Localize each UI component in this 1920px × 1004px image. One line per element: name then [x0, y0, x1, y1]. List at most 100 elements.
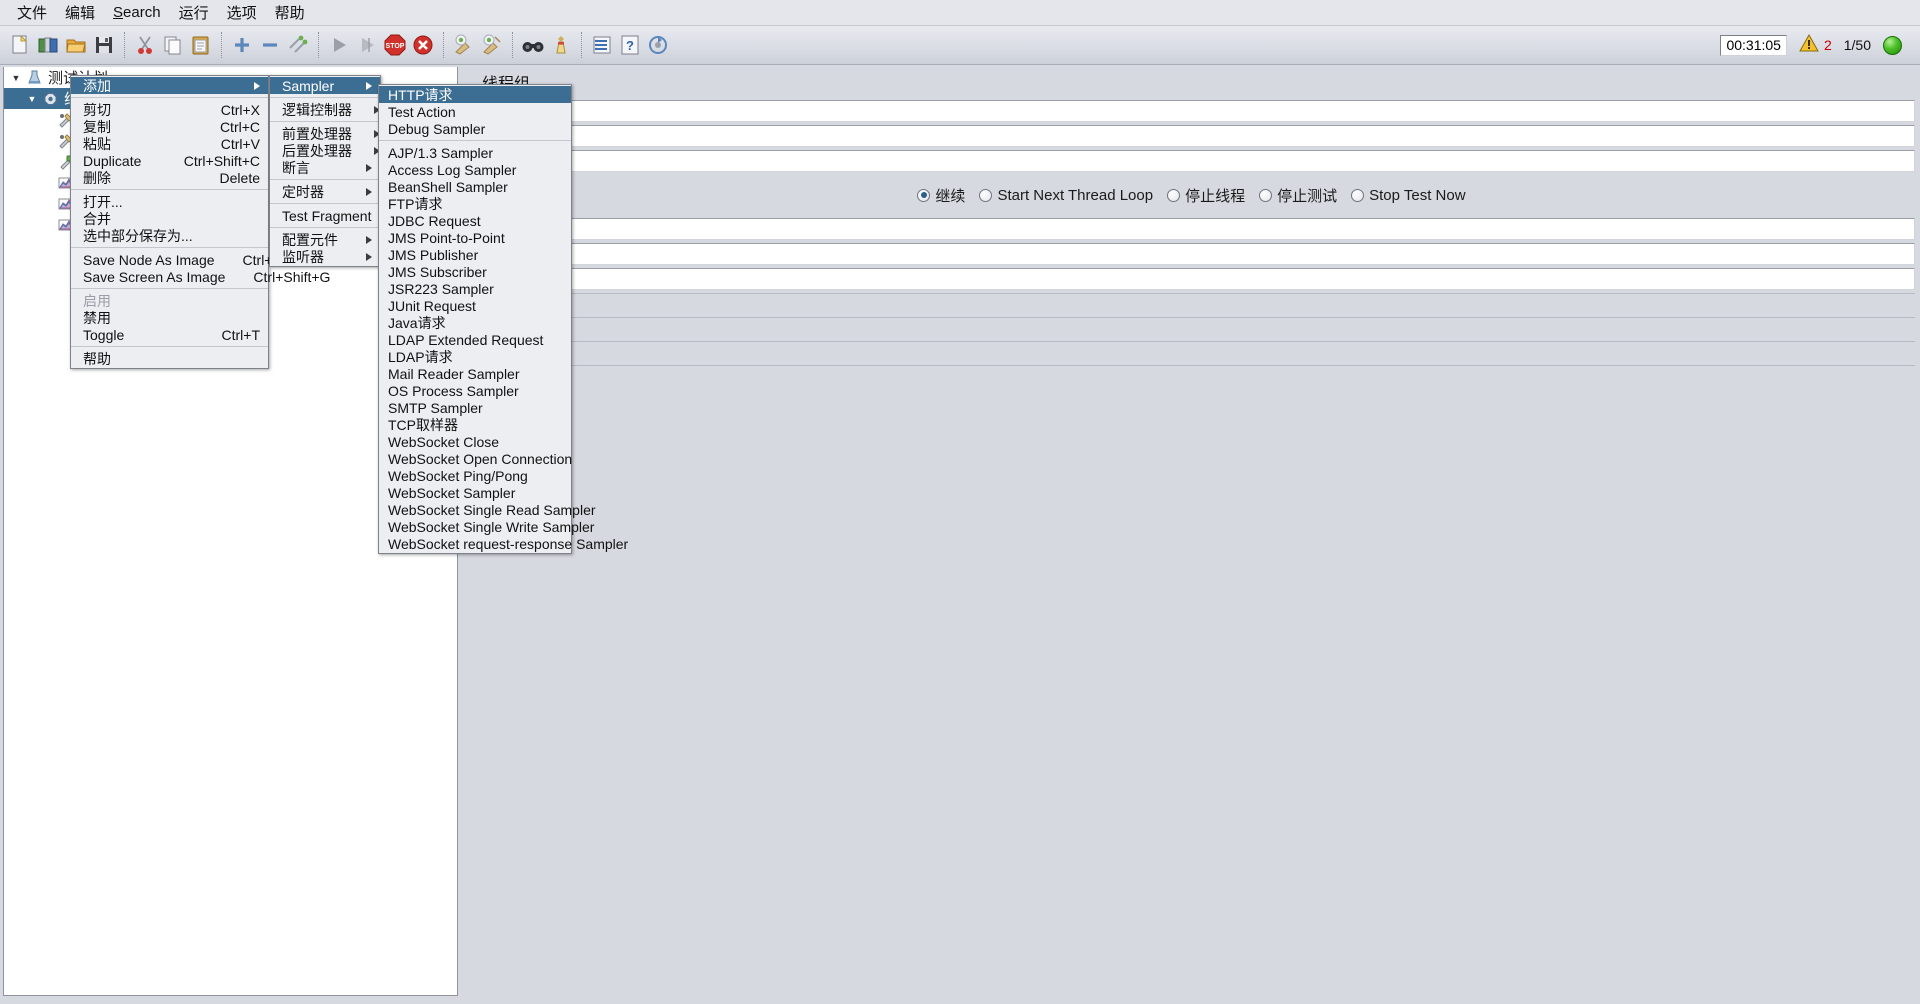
ctx-duplicate[interactable]: Duplicate Ctrl+Shift+C — [71, 152, 268, 169]
ctx-merge[interactable]: 合并 — [71, 210, 268, 227]
tree-context-menu[interactable]: 添加剪切 Ctrl+X 复制 Ctrl+C 粘贴 Ctrl+V Duplicate Ctrl+… — [70, 75, 330, 369]
add-timer[interactable]: 定时器 — [270, 183, 380, 200]
function-helper-icon[interactable] — [588, 30, 616, 60]
sampler-jms-publisher[interactable]: JMS Publisher — [379, 246, 571, 263]
config-field-line[interactable] — [468, 125, 1915, 147]
sampler-smtp[interactable]: SMTP Sampler — [379, 399, 571, 416]
radio-start-next-thread-loop[interactable]: Start Next Thread Loop — [979, 187, 1153, 204]
sampler-websocket[interactable]: WebSocket Sampler — [379, 484, 571, 501]
sampler-submenu[interactable]: HTTP请求 Test Action Debug Sampler AJP/1.3 Sa… — [378, 84, 628, 554]
sampler-java-request[interactable]: Java请求 — [379, 314, 571, 331]
ctx-paste[interactable]: 粘贴 Ctrl+V — [71, 135, 268, 152]
sampler-ajp[interactable]: AJP/1.3 Sampler — [379, 144, 571, 161]
sampler-test-action[interactable]: Test Action — [379, 103, 571, 120]
clear-icon[interactable] — [450, 30, 478, 60]
search-reset-icon[interactable] — [547, 30, 575, 60]
undo-redo-icon[interactable] — [644, 30, 672, 60]
config-field-line[interactable] — [468, 243, 1915, 265]
add-assertion[interactable]: 断言 — [270, 159, 380, 176]
sampler-websocket-request-response[interactable]: WebSocket request-response Sampler — [379, 535, 628, 552]
sampler-mail-reader[interactable]: Mail Reader Sampler — [379, 365, 571, 382]
add-config-element[interactable]: 配置元件 — [270, 231, 380, 248]
sampler-junit-request[interactable]: JUnit Request — [379, 297, 571, 314]
thread-action-radio-group[interactable]: 继续 Start Next Thread Loop 停止线程 停止测试 Stop Tes… — [466, 180, 1917, 210]
ctx-cut[interactable]: 剪切 Ctrl+X — [71, 101, 268, 118]
search-icon[interactable] — [519, 30, 547, 60]
ctx-add[interactable]: 添加 — [71, 77, 268, 94]
menu-options[interactable]: 选项 — [218, 0, 266, 26]
ctx-save-screen-as-image[interactable]: Save Screen As Image Ctrl+Shift+G — [71, 268, 330, 285]
start-icon[interactable] — [325, 30, 353, 60]
config-field-line[interactable] — [468, 218, 1915, 240]
help-icon[interactable]: ? — [616, 30, 644, 60]
add-test-fragment[interactable]: Test Fragment — [270, 207, 400, 224]
sampler-debug[interactable]: Debug Sampler — [379, 120, 571, 137]
add-sampler[interactable]: Sampler — [270, 77, 380, 94]
ctx-toggle[interactable]: Toggle Ctrl+T — [71, 326, 268, 343]
templates-icon[interactable] — [34, 30, 62, 60]
ctx-save-selection-as[interactable]: 选中部分保存为... — [71, 227, 268, 244]
radio-stop-thread[interactable]: 停止线程 — [1167, 185, 1245, 206]
add-logic-controller[interactable]: 逻辑控制器 — [270, 101, 380, 118]
menu-item-label: 监听器 — [282, 248, 324, 265]
add-listener[interactable]: 监听器 — [270, 248, 380, 265]
copy-icon[interactable] — [159, 30, 187, 60]
config-band — [468, 341, 1915, 363]
add-post-processor[interactable]: 后置处理器 — [270, 142, 380, 159]
menu-help[interactable]: 帮助 — [266, 0, 314, 26]
cut-icon[interactable] — [131, 30, 159, 60]
sampler-ftp-request[interactable]: FTP请求 — [379, 195, 571, 212]
start-no-timers-icon[interactable] — [353, 30, 381, 60]
sampler-jms-point-to-point[interactable]: JMS Point-to-Point — [379, 229, 571, 246]
sampler-websocket-close[interactable]: WebSocket Close — [379, 433, 571, 450]
menu-edit[interactable]: 编辑 — [56, 0, 104, 26]
ctx-save-node-as-image[interactable]: Save Node As Image Ctrl+G — [71, 251, 283, 268]
menu-search[interactable]: Search — [104, 1, 170, 24]
menu-item-label: 逻辑控制器 — [282, 101, 352, 118]
radio-stop-test-now[interactable]: Stop Test Now — [1351, 187, 1466, 204]
menu-run[interactable]: 运行 — [170, 0, 218, 26]
toggle-icon[interactable] — [284, 30, 312, 60]
sampler-http-request[interactable]: HTTP请求 — [379, 86, 571, 103]
radio-stop-test[interactable]: 停止测试 — [1259, 185, 1337, 206]
tree-expand-toggle-icon[interactable]: ▼ — [8, 73, 24, 83]
sampler-ldap-extended-request[interactable]: LDAP Extended Request — [379, 331, 571, 348]
shutdown-icon[interactable] — [409, 30, 437, 60]
ctx-disable[interactable]: 禁用 — [71, 309, 268, 326]
sampler-websocket-ping-pong[interactable]: WebSocket Ping/Pong — [379, 467, 571, 484]
sampler-os-process[interactable]: OS Process Sampler — [379, 382, 571, 399]
add-submenu[interactable]: Sampler 逻辑控制器前置处理器 后置处理器 断言定时器 Test Fragment… — [269, 75, 400, 267]
config-field-line[interactable] — [468, 268, 1915, 290]
new-icon[interactable] — [6, 30, 34, 60]
expand-icon[interactable] — [228, 30, 256, 60]
collapse-icon[interactable] — [256, 30, 284, 60]
clear-all-icon[interactable] — [478, 30, 506, 60]
sampler-jms-subscriber[interactable]: JMS Subscriber — [379, 263, 571, 280]
config-field-line[interactable] — [468, 100, 1915, 122]
sampler-ldap-request[interactable]: LDAP请求 — [379, 348, 571, 365]
radio-label: 继续 — [935, 187, 966, 205]
menu-file[interactable]: 文件 — [8, 0, 56, 26]
stop-icon[interactable]: STOP — [381, 30, 409, 60]
sampler-access-log[interactable]: Access Log Sampler — [379, 161, 571, 178]
ctx-copy[interactable]: 复制 Ctrl+C — [71, 118, 268, 135]
save-icon[interactable] — [90, 30, 118, 60]
config-field-line[interactable] — [468, 150, 1915, 172]
warning-group[interactable]: 2 — [1799, 33, 1832, 56]
sampler-tcp[interactable]: TCP取样器 — [379, 416, 571, 433]
menu-item-label: Toggle — [83, 326, 125, 343]
sampler-websocket-single-read[interactable]: WebSocket Single Read Sampler — [379, 501, 596, 518]
sampler-jdbc-request[interactable]: JDBC Request — [379, 212, 571, 229]
add-pre-processor[interactable]: 前置处理器 — [270, 125, 380, 142]
tree-expand-toggle-icon[interactable]: ▼ — [24, 94, 40, 104]
paste-icon[interactable] — [187, 30, 215, 60]
sampler-beanshell[interactable]: BeanShell Sampler — [379, 178, 571, 195]
ctx-help[interactable]: 帮助 — [71, 350, 268, 367]
ctx-delete[interactable]: 删除 Delete — [71, 169, 268, 186]
radio-continue[interactable]: 继续 — [917, 185, 965, 206]
sampler-jsr223[interactable]: JSR223 Sampler — [379, 280, 571, 297]
ctx-open[interactable]: 打开... — [71, 193, 268, 210]
open-icon[interactable] — [62, 30, 90, 60]
sampler-websocket-open-connection[interactable]: WebSocket Open Connection — [379, 450, 572, 467]
sampler-websocket-single-write[interactable]: WebSocket Single Write Sampler — [379, 518, 594, 535]
